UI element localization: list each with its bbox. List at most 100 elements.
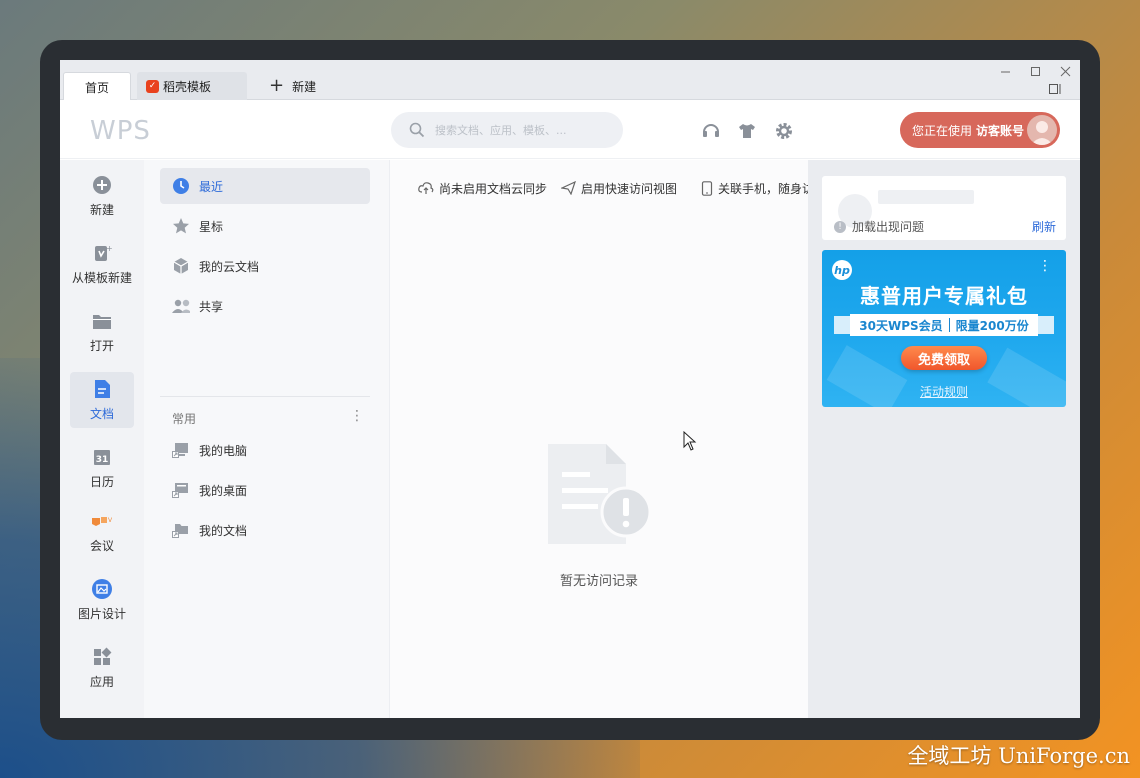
rail-meeting[interactable]: V 会议 <box>70 504 134 560</box>
guest-label: 访客账号 <box>976 123 1025 138</box>
left-rail: 新建 + 从模板新建 打开 文档 31 日历 V 会议 图片设计 应用 <box>60 160 144 718</box>
link-phone-button[interactable]: 关联手机，随身访问 <box>701 180 808 197</box>
plus-circle-icon <box>91 174 113 196</box>
rail-image-design-label: 图片设计 <box>77 607 126 621</box>
nav-item-my-computer[interactable]: 我的电脑 <box>160 432 370 468</box>
tab-home[interactable]: 首页 <box>63 72 131 101</box>
empty-document-icon <box>548 444 652 544</box>
nav-section-title: 常用 <box>172 412 197 426</box>
send-icon <box>561 181 576 195</box>
info-icon: ! <box>834 220 846 233</box>
refresh-link[interactable]: 刷新 <box>1032 218 1056 235</box>
layout-icon <box>1049 84 1061 94</box>
quick-access-button[interactable]: 启用快速访问视图 <box>561 180 677 197</box>
desktop-shortcut-icon <box>172 481 190 499</box>
cloud-box-icon <box>172 257 190 275</box>
free-claim-button[interactable]: 免费领取 <box>901 346 987 370</box>
skin-icon[interactable] <box>737 121 757 141</box>
cloud-sync-label: 尚未启用文档云同步 <box>439 181 548 196</box>
cloud-sync-button[interactable]: 尚未启用文档云同步 <box>418 180 547 197</box>
avatar[interactable] <box>1027 115 1057 145</box>
rail-open-label: 打开 <box>89 339 114 353</box>
nav-item-shared-label: 共享 <box>199 299 224 314</box>
right-panel: ! 加载出现问题 刷新 hp ⋮ 惠普用户专属礼包 30天WPS会员 限量200… <box>808 160 1080 718</box>
layout-button[interactable] <box>1040 78 1070 100</box>
meeting-icon: V <box>91 510 113 532</box>
nav-item-recent[interactable]: 最近 <box>160 168 370 204</box>
calendar-icon-text: 31 <box>96 455 109 465</box>
quick-access-label: 启用快速访问视图 <box>581 181 678 196</box>
rail-open[interactable]: 打开 <box>70 304 134 360</box>
folder-icon <box>91 310 113 332</box>
nav-panel: 最近 星标 我的云文档 共享 常用 ⋮ 我的电脑 我的桌面 我的文档 <box>144 160 390 718</box>
tab-docer-templates[interactable]: ✓ 稻壳模板 <box>137 72 247 100</box>
rail-apps-label: 应用 <box>89 675 114 689</box>
nav-item-recent-label: 最近 <box>199 179 224 194</box>
nav-item-shared[interactable]: 共享 <box>160 288 370 324</box>
nav-item-my-desktop[interactable]: 我的桌面 <box>160 472 370 508</box>
hp-logo: hp <box>832 260 852 280</box>
rail-calendar[interactable]: 31 日历 <box>70 440 134 496</box>
plus-icon: + <box>269 75 285 96</box>
minimize-button[interactable] <box>990 60 1020 82</box>
rail-apps[interactable]: 应用 <box>70 640 134 696</box>
search-input[interactable]: 搜索文档、应用、模板、... <box>391 112 623 148</box>
activity-rules-link[interactable]: 活动规则 <box>822 383 1066 400</box>
wps-window: 首页 ✓ 稻壳模板 + 新建 WPS 搜索文档、应用、模板、... 您正在使用 … <box>60 60 1080 718</box>
guest-prefix: 您正在使用 <box>912 123 973 138</box>
tab-docer-label: 稻壳模板 <box>163 79 212 94</box>
ribbon-divider <box>948 318 950 332</box>
tab-new-label: 新建 <box>292 79 317 94</box>
rail-new-label: 新建 <box>89 203 114 217</box>
wps-logo: WPS <box>90 116 151 146</box>
nav-item-cloud-docs[interactable]: 我的云文档 <box>160 248 370 284</box>
close-icon <box>1060 66 1070 76</box>
header: WPS 搜索文档、应用、模板、... 您正在使用 访客账号 <box>60 100 1080 159</box>
placeholder-bar <box>878 190 974 204</box>
ribbon-left-tail <box>834 316 850 334</box>
apps-icon <box>91 646 113 668</box>
quick-toolbar: 尚未启用文档云同步 启用快速访问视图 关联手机，随身访问 <box>418 178 808 198</box>
link-phone-label: 关联手机，随身访问 <box>718 181 808 196</box>
nav-item-my-desktop-label: 我的桌面 <box>199 483 248 498</box>
nav-item-starred[interactable]: 星标 <box>160 208 370 244</box>
maximize-icon <box>1030 66 1040 76</box>
computer-shortcut-icon <box>172 441 190 459</box>
watermark: 全域工坊 UniForge.cn <box>907 744 1130 768</box>
search-placeholder: 搜索文档、应用、模板、... <box>435 124 567 137</box>
clock-icon <box>172 177 190 195</box>
rail-meeting-label: 会议 <box>89 539 114 553</box>
rail-from-template[interactable]: + 从模板新建 <box>70 236 134 292</box>
calendar-icon: 31 <box>91 446 113 468</box>
tab-home-label: 首页 <box>84 80 109 95</box>
nav-item-my-documents[interactable]: 我的文档 <box>160 512 370 548</box>
headset-icon[interactable] <box>701 121 721 141</box>
nav-item-my-documents-label: 我的文档 <box>199 523 248 538</box>
ad-more-icon[interactable]: ⋮ <box>1038 258 1052 274</box>
ad-ribbon: 30天WPS会员 限量200万份 <box>850 314 1038 336</box>
rail-documents[interactable]: 文档 <box>70 372 134 428</box>
image-design-icon <box>91 578 113 600</box>
ad-ribbon-right: 限量200万份 <box>955 318 1029 333</box>
star-icon <box>172 217 190 235</box>
rail-image-design[interactable]: 图片设计 <box>70 572 134 628</box>
empty-state-text: 暂无访问记录 <box>559 574 638 589</box>
ad-ribbon-left: 30天WPS会员 <box>859 318 943 333</box>
document-icon <box>91 378 113 400</box>
load-error: ! 加载出现问题 <box>834 218 924 235</box>
mouse-cursor-icon <box>683 431 697 451</box>
svg-text:V: V <box>108 517 113 524</box>
tab-new[interactable]: + 新建 <box>265 72 316 100</box>
phone-icon <box>701 180 713 196</box>
rail-new[interactable]: 新建 <box>70 168 134 224</box>
docer-icon: ✓ <box>146 79 159 93</box>
nav-section-more-icon[interactable]: ⋮ <box>350 408 364 424</box>
main-content: 尚未启用文档云同步 启用快速访问视图 关联手机，随身访问 暂无访问记录 <box>390 160 808 718</box>
hp-promo-banner[interactable]: hp ⋮ 惠普用户专属礼包 30天WPS会员 限量200万份 免费领取 活动规则 <box>822 250 1066 407</box>
guest-account-button[interactable]: 您正在使用 访客账号 <box>900 112 1060 148</box>
nav-item-my-computer-label: 我的电脑 <box>199 443 248 458</box>
minimize-icon <box>1000 71 1010 72</box>
settings-icon[interactable] <box>774 121 794 141</box>
documents-shortcut-icon <box>172 521 190 539</box>
ad-title: 惠普用户专属礼包 <box>860 284 1028 308</box>
